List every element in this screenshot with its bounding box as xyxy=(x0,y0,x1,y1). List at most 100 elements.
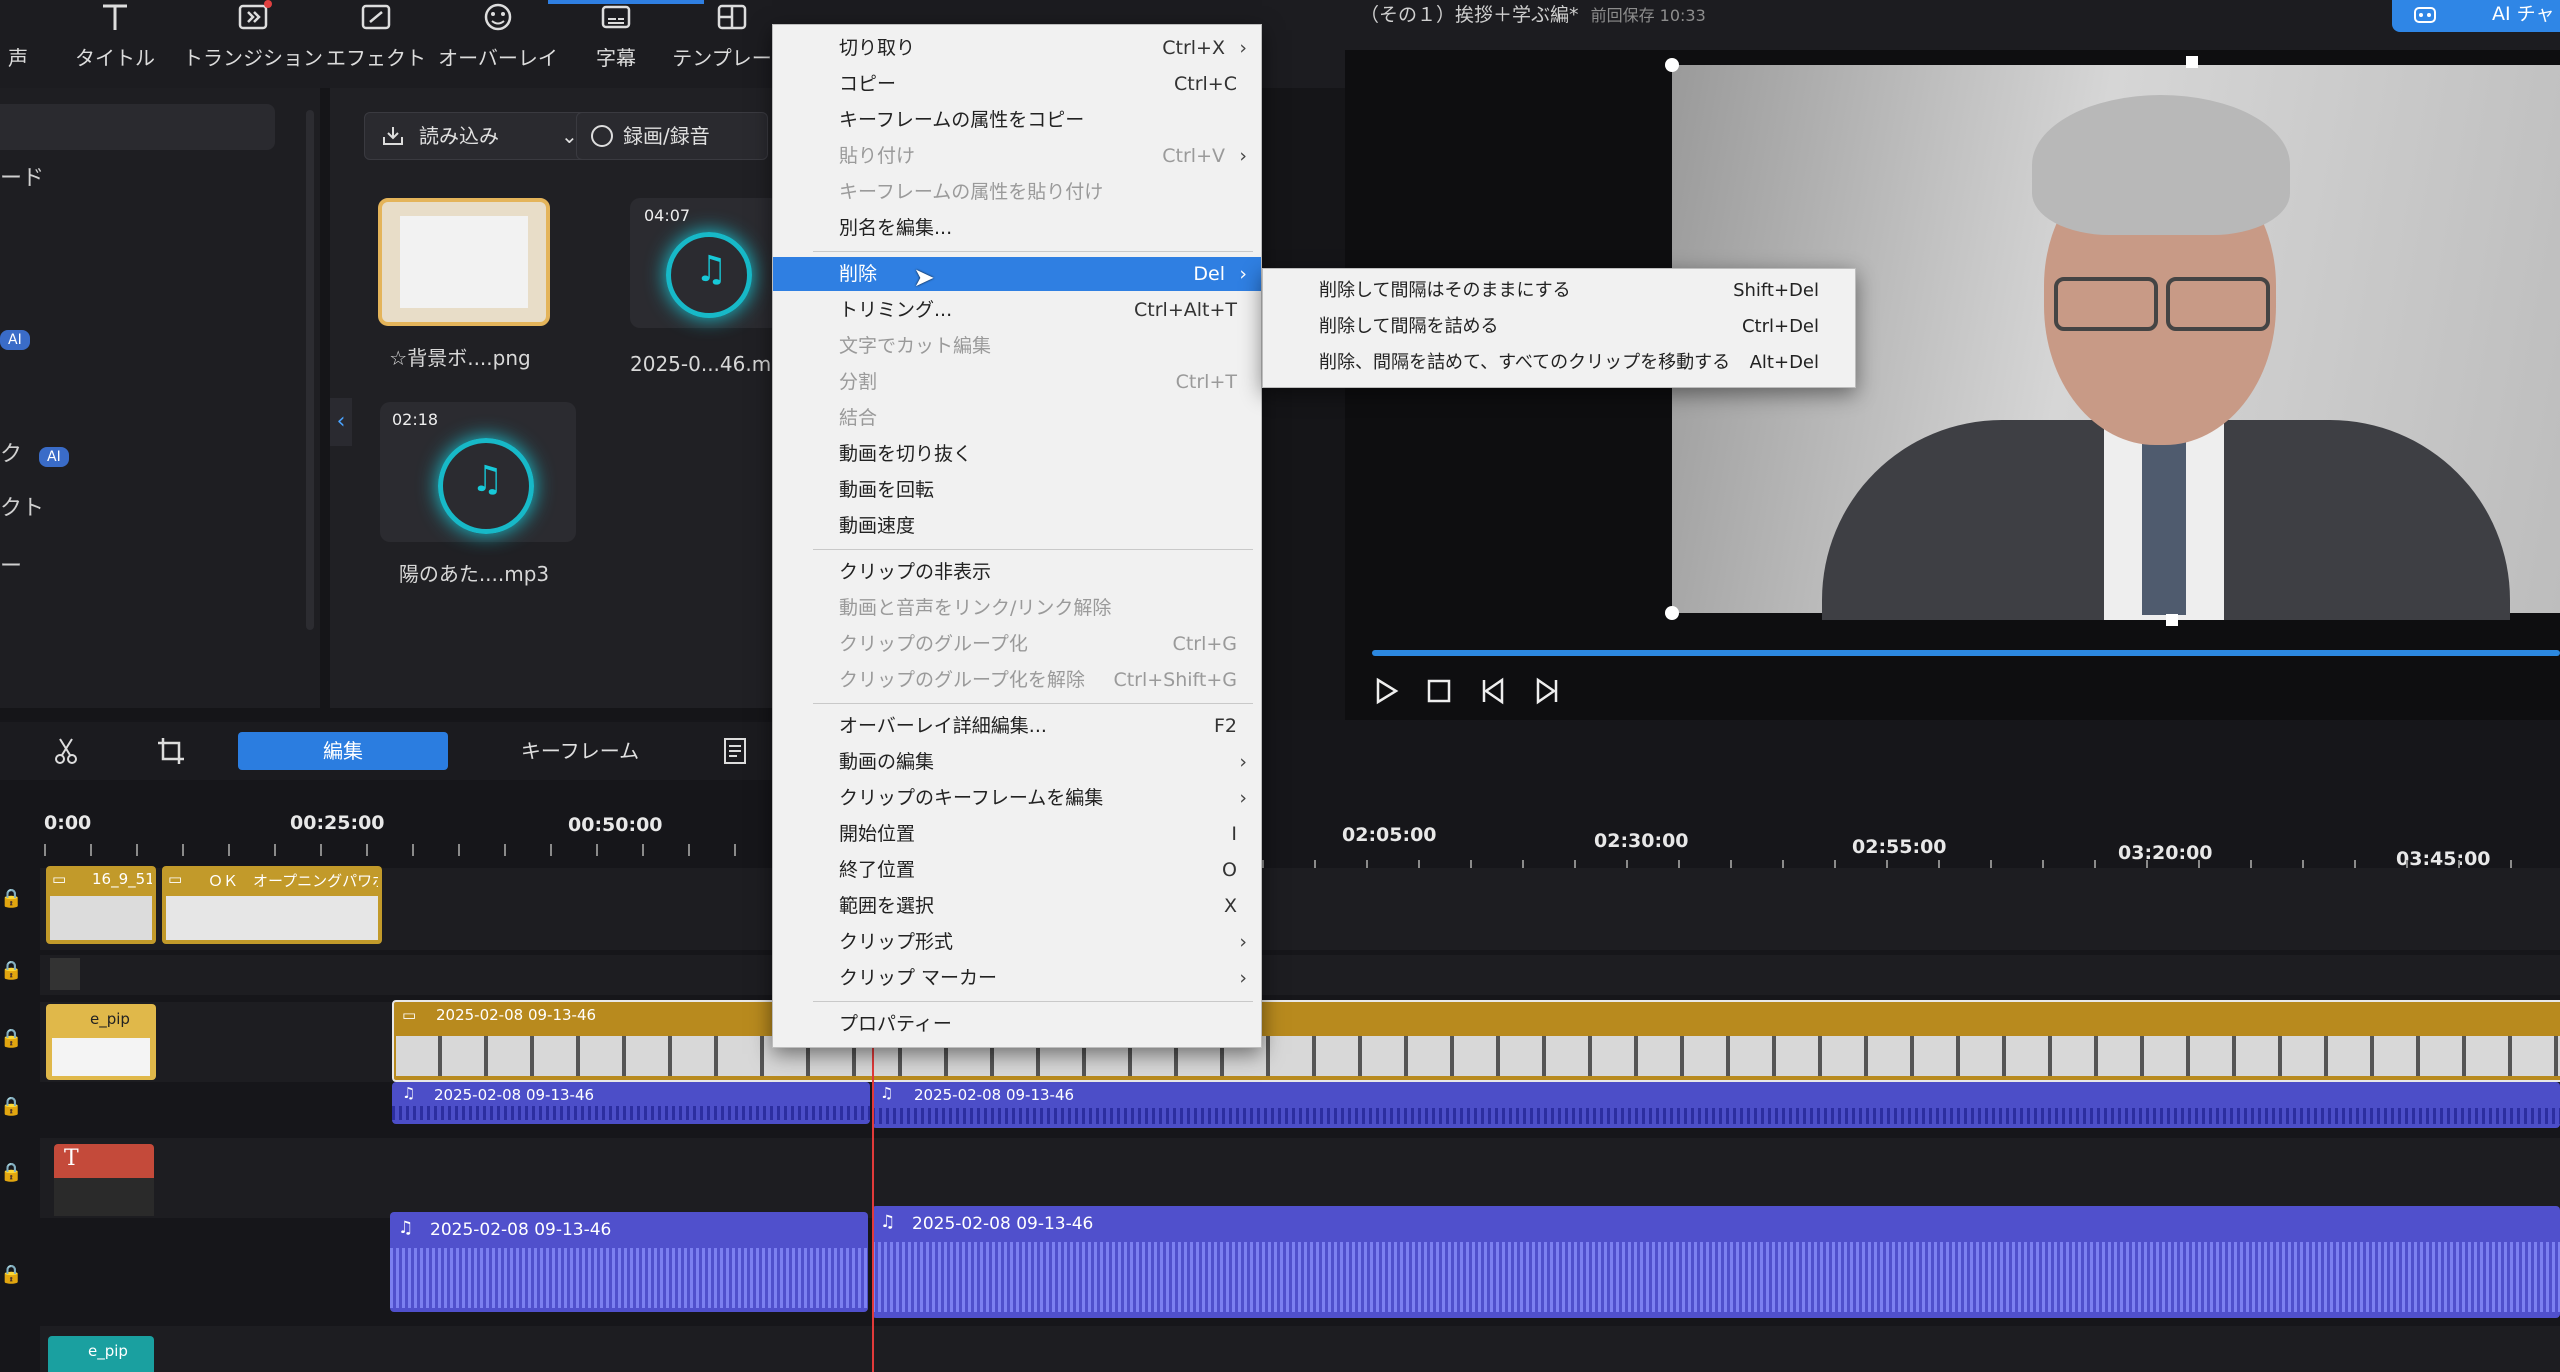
lock-icon[interactable]: 🔒 xyxy=(0,888,22,909)
lock-icon[interactable]: 🔒 xyxy=(0,1264,22,1285)
pip-clip[interactable]: e_pip xyxy=(48,1336,154,1372)
submenu-item[interactable]: 削除して間隔を詰める Ctrl+Del xyxy=(1263,309,1855,345)
nav-item-2[interactable]: AI xyxy=(0,330,30,350)
resize-handle[interactable] xyxy=(1665,606,1679,620)
context-menu-item: 動画と音声をリンク/リンク解除 xyxy=(773,591,1261,625)
media-thumb-video[interactable]: 04:07 ♫ xyxy=(630,198,780,328)
save-status: 前回保存 10:33 xyxy=(1590,6,1706,25)
tab-keyframe[interactable]: キーフレーム xyxy=(500,732,660,770)
context-menu-item[interactable]: オーバーレイ詳細編集... F2 xyxy=(773,709,1261,743)
thumb-image xyxy=(400,216,528,308)
media-name-3: 陽のあた....mp3 xyxy=(398,562,550,586)
context-menu-item[interactable]: クリップ形式 › xyxy=(773,925,1261,959)
submenu-item[interactable]: 削除、間隔を詰めて、すべてのクリップを移動する Alt+Del xyxy=(1263,345,1855,381)
audio-clip[interactable]: ♫ 2025-02-08 09-13-46 xyxy=(872,1082,2560,1128)
clip-filmstrip xyxy=(396,1036,2560,1076)
clip-marker[interactable] xyxy=(50,958,80,990)
context-menu-item[interactable]: 切り取り Ctrl+X › xyxy=(773,31,1261,65)
tab-edit[interactable]: 編集 xyxy=(238,732,448,770)
mouse-cursor-icon: ➤ xyxy=(913,263,935,293)
lock-icon[interactable]: 🔒 xyxy=(0,1028,22,1049)
effect-icon xyxy=(361,4,391,30)
audio-clip[interactable]: ♫ 2025-02-08 09-13-46 xyxy=(872,1206,2560,1318)
menu-separator xyxy=(813,251,1253,252)
collapse-panel-button[interactable]: ‹ xyxy=(330,398,352,446)
resize-handle[interactable] xyxy=(2186,56,2198,68)
lock-icon[interactable]: 🔒 xyxy=(0,1096,22,1117)
video-clip[interactable]: ▭ ＯＫ オープニングパワポ xyxy=(162,866,382,944)
timeline-ruler[interactable]: 0:00 00:25:00 00:50:00 02:05:00 02:30:00… xyxy=(0,790,2560,880)
context-menu-item[interactable]: クリップ マーカー › xyxy=(773,961,1261,995)
track-row xyxy=(40,1326,2560,1372)
context-menu-item[interactable]: クリップのキーフレームを編集 › xyxy=(773,781,1261,815)
search-box[interactable] xyxy=(0,104,275,150)
title-clip[interactable]: T xyxy=(54,1144,154,1216)
context-menu-item[interactable]: 別名を編集... xyxy=(773,211,1261,245)
pip-clip[interactable]: e_pip xyxy=(46,1004,156,1080)
tool-effect[interactable]: エフェクト xyxy=(306,0,446,88)
video-clip[interactable]: ▭ 16_9_51_ xyxy=(46,866,156,944)
next-frame-icon[interactable] xyxy=(1530,676,1562,706)
context-menu-item[interactable]: 削除 Del › xyxy=(773,257,1261,291)
nav-scrollbar[interactable] xyxy=(306,110,314,630)
context-menu-item[interactable]: コピー Ctrl+C xyxy=(773,67,1261,101)
nav-item-4[interactable]: クト xyxy=(0,490,44,522)
import-button[interactable]: 読み込み ⌄ xyxy=(364,112,594,160)
play-icon[interactable] xyxy=(1372,676,1400,706)
menu-item-label: クリップ形式 xyxy=(839,931,954,953)
media-thumb-background[interactable] xyxy=(378,198,550,326)
tool-title[interactable]: タイトル xyxy=(45,0,185,88)
chevron-right-icon: › xyxy=(1239,751,1247,773)
clip-label: e_pip xyxy=(90,1010,130,1028)
context-menu-item[interactable]: 動画速度 xyxy=(773,509,1261,543)
context-menu-item[interactable]: 動画の編集 › xyxy=(773,745,1261,779)
music-note-icon: ♫ xyxy=(402,1084,416,1102)
nav-item-3[interactable]: ク AI xyxy=(0,436,69,468)
context-menu-item[interactable]: キーフレームの属性をコピー xyxy=(773,103,1261,137)
resize-handle[interactable] xyxy=(1665,58,1679,72)
clip-label: 2025-02-08 09-13-46 xyxy=(912,1214,1094,1234)
ruler-label: 02:05:00 xyxy=(1342,824,1437,846)
toolbar-accent xyxy=(548,0,704,4)
context-menu-item[interactable]: 動画を切り抜く xyxy=(773,437,1261,471)
resize-handle[interactable] xyxy=(2166,614,2178,626)
ai-chat-button[interactable]: AI チャ xyxy=(2392,0,2560,32)
media-thumb-audio[interactable]: 02:18 ♫ xyxy=(380,402,576,542)
scissors-icon[interactable] xyxy=(52,736,80,766)
audio-clip[interactable]: ♫ 2025-02-08 09-13-46 xyxy=(390,1212,868,1312)
menu-item-label: クリップのグループ化 xyxy=(839,633,1028,655)
waveform xyxy=(872,1242,2560,1312)
lock-icon[interactable]: 🔒 xyxy=(0,960,22,981)
lock-icon[interactable]: 🔒 xyxy=(0,1162,22,1183)
context-menu-item[interactable]: 範囲を選択 X xyxy=(773,889,1261,923)
submenu-item-label: 削除して間隔はそのままにする xyxy=(1319,280,1571,301)
record-icon xyxy=(591,125,613,147)
menu-item-shortcut: Ctrl+V xyxy=(1162,145,1225,167)
context-menu-item[interactable]: トリミング... Ctrl+Alt+T xyxy=(773,293,1261,327)
ai-badge: AI xyxy=(39,447,69,467)
main-video-clip[interactable]: ▭ 2025-02-08 09-13-46 xyxy=(392,1000,2560,1082)
context-menu-item[interactable]: 動画を回転 xyxy=(773,473,1261,507)
playback-progress[interactable] xyxy=(1372,650,2560,656)
context-menu-item[interactable]: 開始位置 I xyxy=(773,817,1261,851)
ai-chat-label: AI チャ xyxy=(2492,3,2555,25)
context-menu-item[interactable]: 終了位置 O xyxy=(773,853,1261,887)
stop-icon[interactable] xyxy=(1426,678,1452,704)
media-duration-2: 04:07 xyxy=(644,206,691,225)
list-icon[interactable] xyxy=(722,736,748,766)
nav-item-1[interactable]: ード xyxy=(0,160,44,192)
menu-item-shortcut: Ctrl+T xyxy=(1175,371,1237,393)
context-menu-item[interactable]: クリップの非表示 xyxy=(773,555,1261,589)
tool-voice[interactable]: 声 xyxy=(0,0,28,88)
menu-item-label: 削除 xyxy=(839,263,878,285)
nav-item-5[interactable]: ー xyxy=(0,548,22,580)
audio-clip[interactable]: ♫ 2025-02-08 09-13-46 xyxy=(392,1082,870,1124)
menu-item-label: クリップ マーカー xyxy=(839,967,998,989)
prev-frame-icon[interactable] xyxy=(1478,676,1510,706)
submenu-item[interactable]: 削除して間隔はそのままにする Shift+Del xyxy=(1263,273,1855,309)
camera-icon: ▭ xyxy=(402,1006,417,1024)
chevron-right-icon: › xyxy=(1239,787,1247,809)
record-button[interactable]: 録画/録音 xyxy=(576,112,768,160)
context-menu-item[interactable]: プロパティー xyxy=(773,1007,1261,1041)
crop-icon[interactable] xyxy=(156,736,186,766)
